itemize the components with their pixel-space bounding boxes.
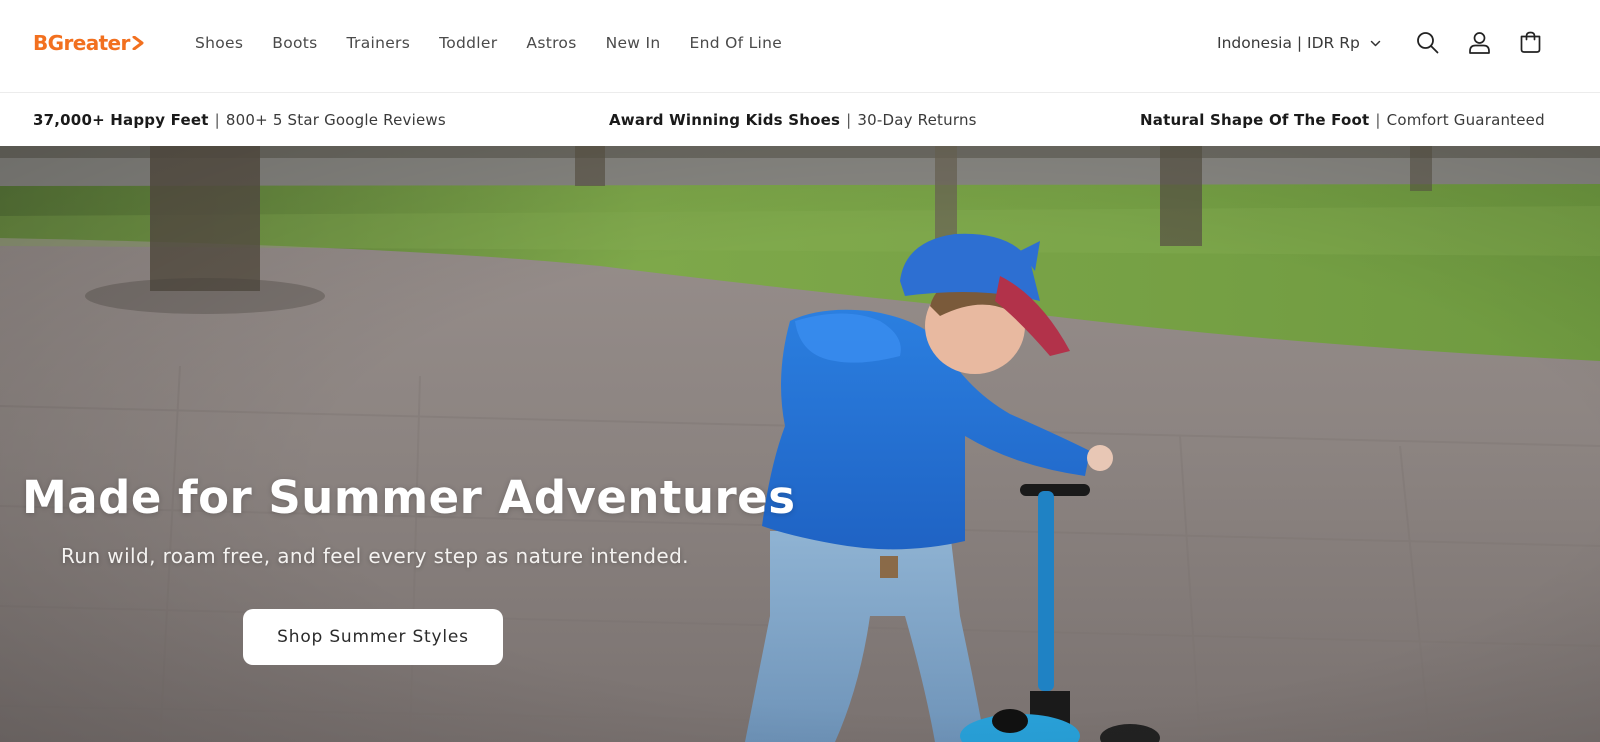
- announcement-separator: |: [846, 110, 852, 129]
- announcement-item: Award Winning Kids Shoes | 30-Day Return…: [609, 93, 977, 146]
- announcement-text: 30-Day Returns: [857, 110, 977, 129]
- nav-item-astros[interactable]: Astros: [526, 34, 576, 52]
- announcement-item: Natural Shape Of The Foot | Comfort Guar…: [1140, 93, 1545, 146]
- announcement-text: 800+ 5 Star Google Reviews: [225, 110, 446, 129]
- chevron-down-icon: [1370, 40, 1381, 46]
- main-nav: Shoes Boots Trainers Toddler Astros New …: [195, 30, 811, 56]
- announcement-bold-text: 37,000+ Happy Feet: [33, 110, 209, 129]
- hero-image: [0, 146, 1600, 742]
- locale-selector[interactable]: Indonesia | IDR Rp: [1217, 30, 1381, 56]
- announcement-item: 37,000+ Happy Feet | 800+ 5 Star Google …: [33, 93, 446, 146]
- nav-item-boots[interactable]: Boots: [272, 34, 317, 52]
- search-button[interactable]: [1412, 27, 1442, 57]
- nav-item-end-of-line[interactable]: End Of Line: [690, 34, 783, 52]
- brand-logo[interactable]: BGreater: [33, 30, 144, 56]
- announcement-separator: |: [214, 110, 220, 129]
- nav-item-shoes[interactable]: Shoes: [195, 34, 243, 52]
- logo-arrow-icon: [132, 36, 144, 50]
- announcement-text: Comfort Guaranteed: [1386, 110, 1545, 129]
- cart-button[interactable]: [1515, 27, 1545, 57]
- announcement-bar: 37,000+ Happy Feet | 800+ 5 Star Google …: [0, 93, 1600, 146]
- hero-subtitle: Run wild, roam free, and feel every step…: [61, 544, 689, 568]
- announcement-bold-text: Award Winning Kids Shoes: [609, 110, 841, 129]
- locale-label: Indonesia | IDR Rp: [1217, 34, 1360, 52]
- announcement-separator: |: [1375, 110, 1381, 129]
- nav-item-new-in[interactable]: New In: [606, 34, 661, 52]
- hero-title: Made for Summer Adventures: [22, 471, 796, 524]
- cart-icon: [1520, 31, 1540, 53]
- search-icon: [1416, 31, 1438, 53]
- account-icon: [1468, 31, 1490, 54]
- brand-logo-text: BGreater: [33, 31, 130, 55]
- announcement-bold-text: Natural Shape Of The Foot: [1140, 110, 1370, 129]
- site-header: BGreater Shoes Boots Trainers Toddler As…: [0, 0, 1600, 93]
- nav-item-trainers[interactable]: Trainers: [347, 34, 411, 52]
- account-button[interactable]: [1464, 27, 1494, 57]
- nav-item-toddler[interactable]: Toddler: [439, 34, 497, 52]
- hero-banner: Made for Summer Adventures Run wild, roa…: [0, 146, 1600, 742]
- shop-summer-styles-button[interactable]: Shop Summer Styles: [243, 609, 503, 665]
